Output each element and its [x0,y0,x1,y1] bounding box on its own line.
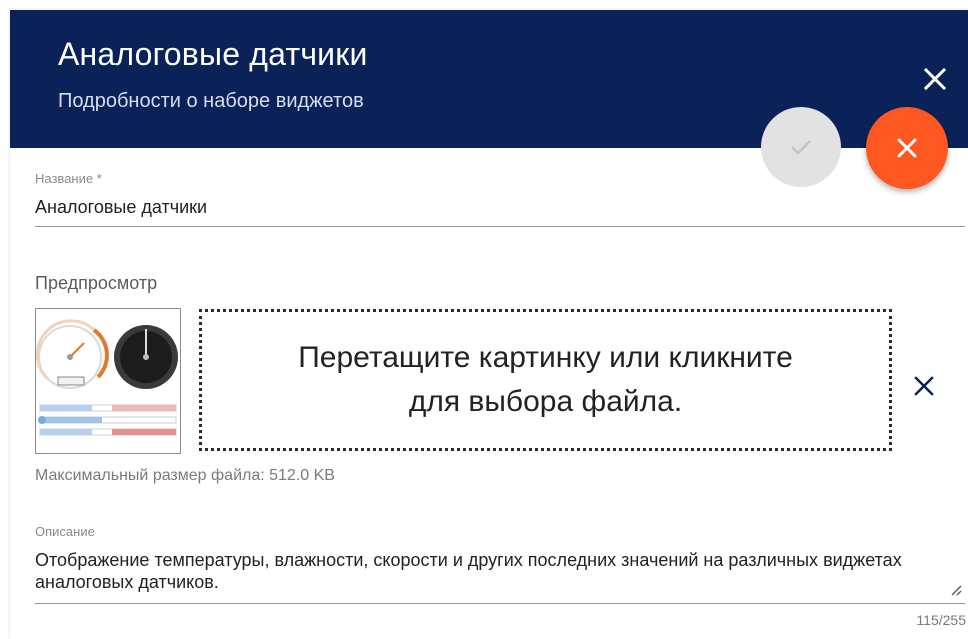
description-field-label: Описание [35,524,95,539]
close-icon [897,138,917,158]
save-button[interactable] [761,107,841,187]
name-field-underline [35,226,965,227]
preview-section-title: Предпросмотр [35,273,158,293]
widget-bundle-dialog: Аналоговые датчики Подробности о наборе … [10,10,968,639]
dialog-title: Аналоговые датчики [58,36,368,72]
remove-image-button[interactable] [908,370,940,402]
dropzone-text-line2: для выбора файла. [408,385,683,418]
description-char-counter: 115/255 [916,612,966,628]
cancel-button[interactable] [866,107,948,189]
close-icon [914,376,934,396]
max-file-size-hint: Максимальный размер файла: 512.0 KB [35,467,335,484]
dialog-subtitle: Подробности о наборе виджетов [58,90,364,112]
description-field[interactable]: Отображение температуры, влажности, скор… [35,549,935,593]
name-field-label: Название * [35,171,102,186]
description-field-underline [35,603,965,604]
image-dropzone[interactable]: Перетащите картинку или кликните для выб… [199,309,892,451]
resize-handle-icon[interactable] [950,584,962,596]
preview-thumbnail [35,308,181,454]
gauges-preview-image [36,319,178,436]
name-field[interactable]: Аналоговые датчики [35,197,207,218]
check-icon [791,140,811,155]
close-dialog-button[interactable] [917,61,953,97]
close-icon [924,68,946,90]
dropzone-text-line1: Перетащите картинку или кликните [298,341,793,374]
